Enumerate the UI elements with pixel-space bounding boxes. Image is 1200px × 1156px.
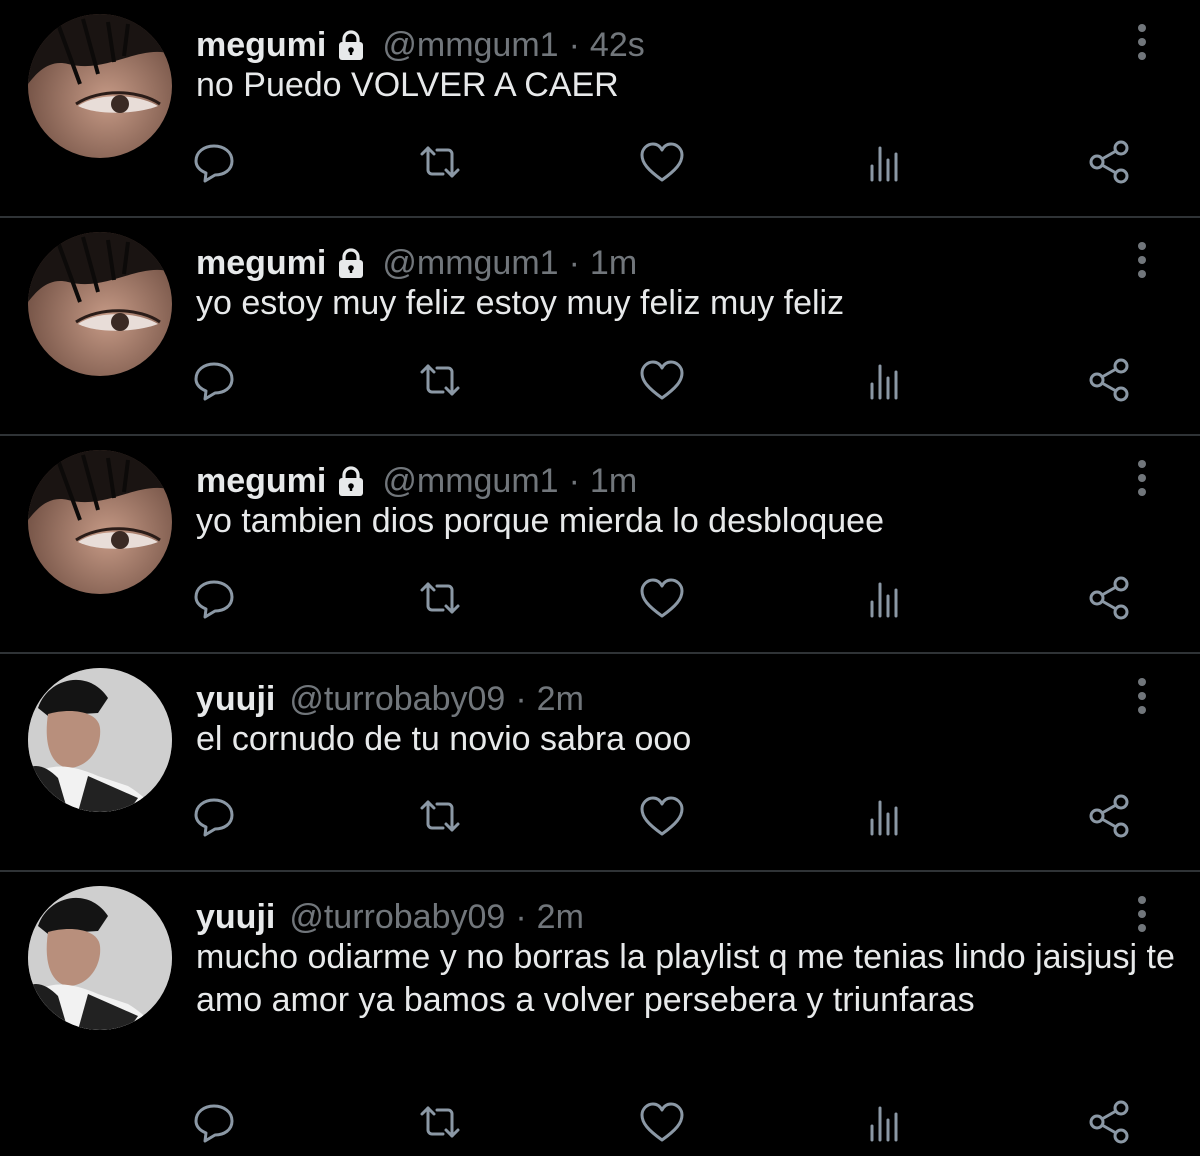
retweet-icon[interactable] bbox=[416, 138, 464, 186]
tweet-header: yuuji @turrobaby09 · 2m bbox=[196, 676, 584, 722]
separator-dot: · bbox=[515, 898, 527, 936]
more-options-icon[interactable] bbox=[1128, 674, 1156, 718]
separator-dot: · bbox=[568, 462, 580, 500]
reply-icon[interactable] bbox=[190, 138, 238, 186]
user-handle[interactable]: @turrobaby09 bbox=[289, 676, 505, 722]
more-options-icon[interactable] bbox=[1128, 892, 1156, 936]
tweet-actions bbox=[0, 574, 1200, 630]
like-icon[interactable] bbox=[638, 792, 686, 840]
tweet-2[interactable]: megumi @mmgum1 · 1m yo estoy muy feliz e… bbox=[0, 218, 1200, 436]
display-name[interactable]: yuuji bbox=[196, 894, 275, 940]
tweet-text: no Puedo VOLVER A CAER bbox=[196, 66, 619, 104]
tweet-text: yo estoy muy feliz estoy muy feliz muy f… bbox=[196, 284, 845, 322]
timestamp[interactable]: 42s bbox=[590, 22, 645, 68]
retweet-icon[interactable] bbox=[416, 574, 464, 622]
analytics-icon[interactable] bbox=[862, 792, 910, 840]
reply-icon[interactable] bbox=[190, 574, 238, 622]
more-options-icon[interactable] bbox=[1128, 238, 1156, 282]
user-handle[interactable]: @mmgum1 bbox=[382, 22, 558, 68]
like-icon[interactable] bbox=[638, 138, 686, 186]
tweet-5[interactable]: yuuji @turrobaby09 · 2m mucho odiarme y … bbox=[0, 872, 1200, 1144]
tweet-1[interactable]: megumi @mmgum1 · 42s no Puedo VOLVER A C… bbox=[0, 0, 1200, 218]
tweet-actions bbox=[0, 138, 1200, 194]
share-icon[interactable] bbox=[1086, 138, 1134, 186]
tweet-actions bbox=[0, 356, 1200, 412]
yuuji-avatar[interactable] bbox=[28, 668, 172, 812]
yuuji-avatar[interactable] bbox=[28, 886, 172, 1030]
tweet-text: el cornudo de tu novio sabra ooo bbox=[196, 720, 692, 758]
display-name[interactable]: yuuji bbox=[196, 676, 275, 722]
lock-icon bbox=[334, 28, 368, 62]
more-options-icon[interactable] bbox=[1128, 456, 1156, 500]
tweet-text: mucho odiarme y no borras la playlist q … bbox=[196, 938, 1175, 1019]
reply-icon[interactable] bbox=[190, 792, 238, 840]
timestamp[interactable]: 1m bbox=[590, 240, 637, 286]
timestamp[interactable]: 2m bbox=[537, 894, 584, 940]
tweet-3[interactable]: megumi @mmgum1 · 1m yo tambien dios porq… bbox=[0, 436, 1200, 654]
retweet-icon[interactable] bbox=[416, 1098, 464, 1146]
timestamp[interactable]: 1m bbox=[590, 458, 637, 504]
tweet-header: yuuji @turrobaby09 · 2m bbox=[196, 894, 584, 940]
lock-icon bbox=[334, 464, 368, 498]
user-handle[interactable]: @mmgum1 bbox=[382, 458, 558, 504]
share-icon[interactable] bbox=[1086, 792, 1134, 840]
separator-dot: · bbox=[515, 680, 527, 718]
retweet-icon[interactable] bbox=[416, 356, 464, 404]
analytics-icon[interactable] bbox=[862, 574, 910, 622]
display-name[interactable]: megumi bbox=[196, 22, 326, 68]
tweet-4[interactable]: yuuji @turrobaby09 · 2m el cornudo de tu… bbox=[0, 654, 1200, 872]
display-name[interactable]: megumi bbox=[196, 458, 326, 504]
display-name[interactable]: megumi bbox=[196, 240, 326, 286]
tweet-header: megumi @mmgum1 · 1m bbox=[196, 458, 637, 504]
tweet-actions bbox=[0, 792, 1200, 848]
tweet-header: megumi @mmgum1 · 1m bbox=[196, 240, 637, 286]
share-icon[interactable] bbox=[1086, 574, 1134, 622]
analytics-icon[interactable] bbox=[862, 356, 910, 404]
tweet-text: yo tambien dios porque mierda lo desbloq… bbox=[196, 502, 885, 540]
megumi-avatar[interactable] bbox=[28, 232, 172, 376]
more-options-icon[interactable] bbox=[1128, 20, 1156, 64]
timestamp[interactable]: 2m bbox=[537, 676, 584, 722]
separator-dot: · bbox=[568, 244, 580, 282]
user-handle[interactable]: @turrobaby09 bbox=[289, 894, 505, 940]
separator-dot: · bbox=[568, 26, 580, 64]
tweet-header: megumi @mmgum1 · 42s bbox=[196, 22, 645, 68]
like-icon[interactable] bbox=[638, 356, 686, 404]
like-icon[interactable] bbox=[638, 1098, 686, 1146]
analytics-icon[interactable] bbox=[862, 138, 910, 186]
share-icon[interactable] bbox=[1086, 1098, 1134, 1146]
megumi-avatar[interactable] bbox=[28, 450, 172, 594]
lock-icon bbox=[334, 246, 368, 280]
retweet-icon[interactable] bbox=[416, 792, 464, 840]
reply-icon[interactable] bbox=[190, 356, 238, 404]
user-handle[interactable]: @mmgum1 bbox=[382, 240, 558, 286]
reply-icon[interactable] bbox=[190, 1098, 238, 1146]
share-icon[interactable] bbox=[1086, 356, 1134, 404]
tweet-actions bbox=[0, 1098, 1200, 1154]
analytics-icon[interactable] bbox=[862, 1098, 910, 1146]
megumi-avatar[interactable] bbox=[28, 14, 172, 158]
like-icon[interactable] bbox=[638, 574, 686, 622]
